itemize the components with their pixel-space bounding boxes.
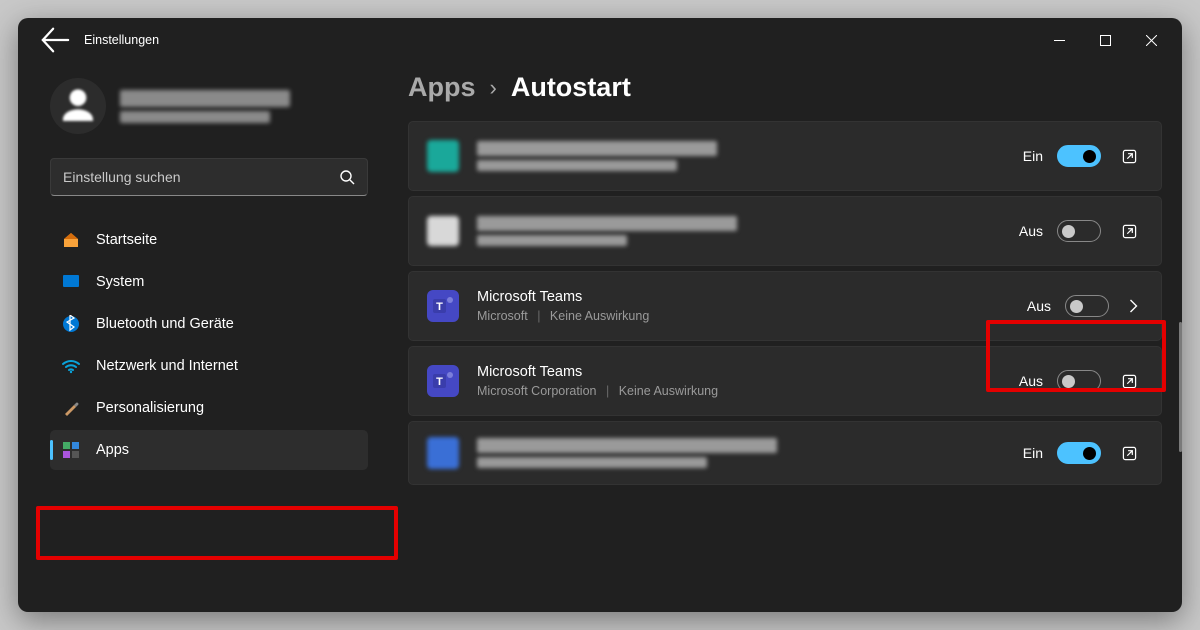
app-name: [477, 438, 777, 453]
startup-app-row: Aus: [408, 196, 1162, 266]
maximize-button[interactable]: [1082, 18, 1128, 62]
house-icon: [62, 231, 80, 249]
sidebar-item-home[interactable]: Startseite: [50, 220, 368, 260]
minimize-icon: [1054, 35, 1065, 46]
profile-name: [120, 90, 290, 107]
startup-app-row: Ein: [408, 421, 1162, 485]
sidebar-item-personalization[interactable]: Personalisierung: [50, 388, 368, 428]
maximize-icon: [1100, 35, 1111, 46]
expand-button[interactable]: [1123, 299, 1143, 313]
open-app-button[interactable]: [1115, 217, 1143, 245]
sidebar-item-label: Personalisierung: [96, 400, 204, 416]
toggle-label: Ein: [1023, 148, 1043, 164]
app-name: [477, 216, 737, 231]
sidebar-item-label: Startseite: [96, 232, 157, 248]
bluetooth-icon: [62, 315, 80, 333]
nav-list: Startseite System Bluetooth und Geräte: [50, 220, 368, 470]
chevron-right-icon: ›: [490, 75, 497, 101]
search-input[interactable]: [63, 169, 339, 185]
svg-text:T: T: [436, 376, 443, 388]
app-icon: T: [427, 290, 459, 322]
wifi-icon: [62, 357, 80, 375]
toggle-label: Aus: [1019, 373, 1043, 389]
close-icon: [1146, 35, 1157, 46]
startup-toggle[interactable]: [1057, 220, 1101, 242]
search-icon: [339, 169, 355, 185]
sidebar-item-label: Apps: [96, 442, 129, 458]
app-name: [477, 141, 717, 156]
open-external-icon: [1122, 374, 1137, 389]
breadcrumb-parent[interactable]: Apps: [408, 72, 476, 103]
toggle-label: Aus: [1019, 223, 1043, 239]
startup-toggle[interactable]: [1057, 145, 1101, 167]
person-icon: [58, 86, 98, 126]
svg-text:T: T: [436, 301, 443, 313]
app-publisher: [477, 457, 707, 468]
avatar: [50, 78, 106, 134]
teams-icon: T: [427, 290, 459, 322]
sidebar-item-apps[interactable]: Apps: [50, 430, 368, 470]
app-publisher: [477, 160, 677, 171]
app-meta: Microsoft Corporation | Keine Auswirkung: [477, 384, 1001, 398]
breadcrumb-current: Autostart: [511, 72, 631, 103]
open-external-icon: [1122, 224, 1137, 239]
content-area: Apps › Autostart Ein: [386, 62, 1182, 612]
startup-apps-list: Ein Aus: [408, 121, 1162, 485]
close-button[interactable]: [1128, 18, 1174, 62]
window-title: Einstellungen: [84, 33, 159, 47]
profile-section[interactable]: [50, 72, 368, 152]
app-icon: [427, 216, 459, 246]
monitor-icon: [62, 273, 80, 291]
startup-app-row: Ein: [408, 121, 1162, 191]
profile-email: [120, 111, 270, 123]
sidebar-item-bluetooth[interactable]: Bluetooth und Geräte: [50, 304, 368, 344]
app-publisher: [477, 235, 627, 246]
titlebar: Einstellungen: [18, 18, 1182, 62]
open-app-button[interactable]: [1115, 142, 1143, 170]
sidebar-item-label: Netzwerk und Internet: [96, 358, 238, 374]
open-app-button[interactable]: [1115, 439, 1143, 467]
minimize-button[interactable]: [1036, 18, 1082, 62]
sidebar-item-network[interactable]: Netzwerk und Internet: [50, 346, 368, 386]
scrollbar[interactable]: [1179, 322, 1182, 452]
sidebar-item-label: System: [96, 274, 144, 290]
back-button[interactable]: [40, 25, 70, 55]
startup-toggle[interactable]: [1057, 370, 1101, 392]
startup-toggle[interactable]: [1065, 295, 1109, 317]
open-external-icon: [1122, 149, 1137, 164]
sidebar-item-label: Bluetooth und Geräte: [96, 316, 234, 332]
app-icon: [427, 437, 459, 469]
open-external-icon: [1122, 446, 1137, 461]
breadcrumb: Apps › Autostart: [408, 66, 1162, 103]
toggle-label: Aus: [1027, 298, 1051, 314]
apps-icon: [62, 441, 80, 459]
arrow-left-icon: [40, 25, 70, 55]
app-meta: Microsoft | Keine Auswirkung: [477, 309, 1009, 323]
startup-toggle[interactable]: [1057, 442, 1101, 464]
app-icon: [427, 140, 459, 172]
settings-window: Einstellungen: [18, 18, 1182, 612]
app-name: Microsoft Teams: [477, 364, 1001, 380]
sidebar: Startseite System Bluetooth und Geräte: [18, 62, 386, 612]
sidebar-item-system[interactable]: System: [50, 262, 368, 302]
search-box[interactable]: [50, 158, 368, 196]
toggle-label: Ein: [1023, 445, 1043, 461]
app-icon: T: [427, 365, 459, 397]
open-app-button[interactable]: [1115, 367, 1143, 395]
brush-icon: [62, 399, 80, 417]
startup-app-row-teams: T Microsoft Teams Microsoft | Keine Ausw…: [408, 271, 1162, 341]
startup-app-row-teams: T Microsoft Teams Microsoft Corporation …: [408, 346, 1162, 416]
teams-icon: T: [427, 365, 459, 397]
app-name: Microsoft Teams: [477, 289, 1009, 305]
chevron-right-icon: [1128, 299, 1139, 313]
